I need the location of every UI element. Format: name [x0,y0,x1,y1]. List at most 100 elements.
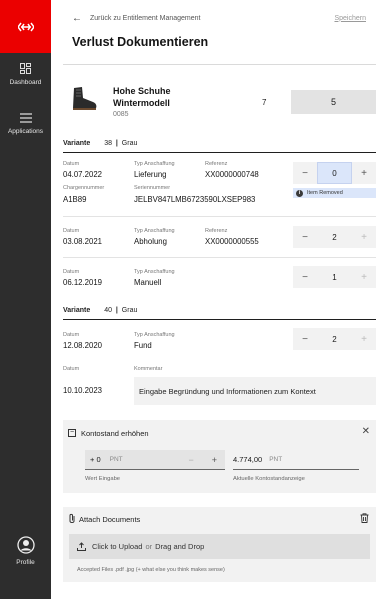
decrement-button[interactable]: − [188,455,193,465]
variant-header: Variante 38 | Grau [63,140,138,147]
product-name: Hohe Schuhe Wintermodell [113,86,171,108]
back-arrow-icon[interactable]: ← [72,13,82,24]
entry-type: Manuell [134,278,162,287]
decrement-button[interactable]: − [293,334,317,345]
field-label: Datum [63,161,80,167]
entry-date: 03.08.2021 [63,237,103,246]
upload-icon [77,542,86,551]
entry-date: 12.08.2020 [63,341,103,350]
field-label: Typ Anschaffung [134,332,175,338]
quantity-input[interactable]: 0 [317,162,352,184]
sbb-logo-icon [17,22,34,31]
kontostand-title: Kontostand erhöhen [81,429,149,438]
kontostand-panel: − Kontostand erhöhen ✕ + 0 PNT − + 4.774… [63,420,376,493]
variant-divider [63,152,376,153]
quantity-stepper: − 2 + [293,328,376,350]
field-label: Chargennummer [63,185,105,191]
variant-color: Grau [121,307,138,314]
increment-button[interactable]: + [212,455,217,465]
sidebar-item-dashboard[interactable]: Dashboard [0,63,51,86]
loss-total-value: 5 [330,97,336,107]
quantity-stepper: − 2 + [293,226,376,248]
status-badge: i Item Removed [293,188,376,198]
field-label: Typ Anschaffung [134,269,175,275]
paperclip-icon [69,513,75,523]
field-label: Datum [63,366,80,372]
main-content: ← Zurück zu Entitlement Management Speic… [51,0,388,599]
sidebar-item-applications[interactable]: Applications [0,113,51,135]
sidebar-item-label: Dashboard [9,79,42,86]
attach-title: Attach Documents [79,515,141,524]
page-title: Verlust Dokumentieren [72,35,209,49]
sidebar-item-profile[interactable]: Profile [0,536,51,566]
variant-header: Variante 40 | Grau [63,307,138,314]
increment-button[interactable]: + [352,272,376,283]
upload-drag-label: Drag and Drop [155,542,205,551]
value-input-label: Wert Eingabe [85,476,121,482]
field-label: Referenz [205,161,228,167]
entry-date: 06.12.2019 [63,278,103,287]
variant-size: 38 [104,140,113,147]
status-text: Item Removed [307,190,343,196]
decrement-button[interactable]: − [293,272,317,283]
field-label: Seriennummer [134,185,171,191]
row-divider [63,257,376,258]
back-link[interactable]: Zurück zu Entitlement Management [90,15,201,22]
accepted-files-note: Accepted Files .pdf .jpg (+ what else yo… [77,567,225,573]
quantity-input[interactable]: 1 [317,266,352,288]
product-code: 0085 [113,111,129,118]
entry-type: Lieferung [134,170,167,179]
variant-size: 40 [104,307,113,314]
comment-field[interactable]: Eingabe Begründung und Informationen zum… [134,377,376,405]
field-label: Typ Anschaffung [134,161,175,167]
field-label: Datum [63,269,80,275]
sidebar: Dashboard Applications Profile [0,0,51,599]
value-input[interactable]: 0 [96,455,100,464]
close-icon[interactable]: ✕ [362,426,370,437]
brand-logo[interactable] [0,0,51,53]
dashboard-icon [20,63,31,74]
trash-icon[interactable] [360,513,369,523]
entry-date: 04.07.2022 [63,170,103,179]
upload-dropzone[interactable]: Click to Upload or Drag and Drop [69,534,370,559]
increment-button[interactable]: + [352,232,376,243]
sidebar-item-label: Profile [16,559,35,566]
user-icon [16,536,35,554]
increment-button[interactable]: + [352,334,376,345]
increment-button[interactable]: + [352,168,376,179]
sidebar-item-label: Applications [7,128,44,135]
value-stepper[interactable]: + 0 PNT − + [85,450,225,470]
entry-type: Fund [134,341,152,350]
topbar: ← Zurück zu Entitlement Management Speic… [72,12,366,24]
balance-value: 4.774,00 [233,455,263,464]
balance-unit: PNT [269,456,283,463]
entry-reference: XX0000000555 [205,237,259,246]
quantity-input[interactable]: 2 [317,328,352,350]
collapse-icon[interactable]: − [68,429,76,437]
variant-color: Grau [121,140,138,147]
balance-display: 4.774,00 PNT [233,450,359,470]
entry-reference: XX0000000748 [205,170,259,179]
menu-icon [19,113,32,123]
quantity-input[interactable]: 2 [317,226,352,248]
balance-label: Aktuelle Kontostandanzeige [233,476,305,482]
field-label: Typ Anschaffung [134,228,175,234]
loss-total-field[interactable]: 5 [291,90,376,114]
field-label: Referenz [205,228,228,234]
info-icon: i [296,189,303,197]
quantity-stepper: − 1 + [293,266,376,288]
save-button[interactable]: Speichern [334,15,366,22]
variant-label: Variante [63,140,91,147]
field-label: Datum [63,332,80,338]
value-unit: PNT [109,456,123,463]
decrement-button[interactable]: − [293,232,317,243]
attach-panel: Attach Documents Click to Upload or Drag… [63,507,376,582]
decrement-button[interactable]: − [293,168,317,179]
upload-click-label[interactable]: Click to Upload [92,542,142,551]
upload-or-label: or [145,542,153,551]
entry-serial: JELBV847LMB6723590LXSEP983 [134,195,256,204]
loss-date[interactable]: 10.10.2023 [63,386,102,395]
row-divider [63,216,376,217]
entry-type: Abholung [134,237,167,246]
entry-charge: A1B89 [63,195,87,204]
